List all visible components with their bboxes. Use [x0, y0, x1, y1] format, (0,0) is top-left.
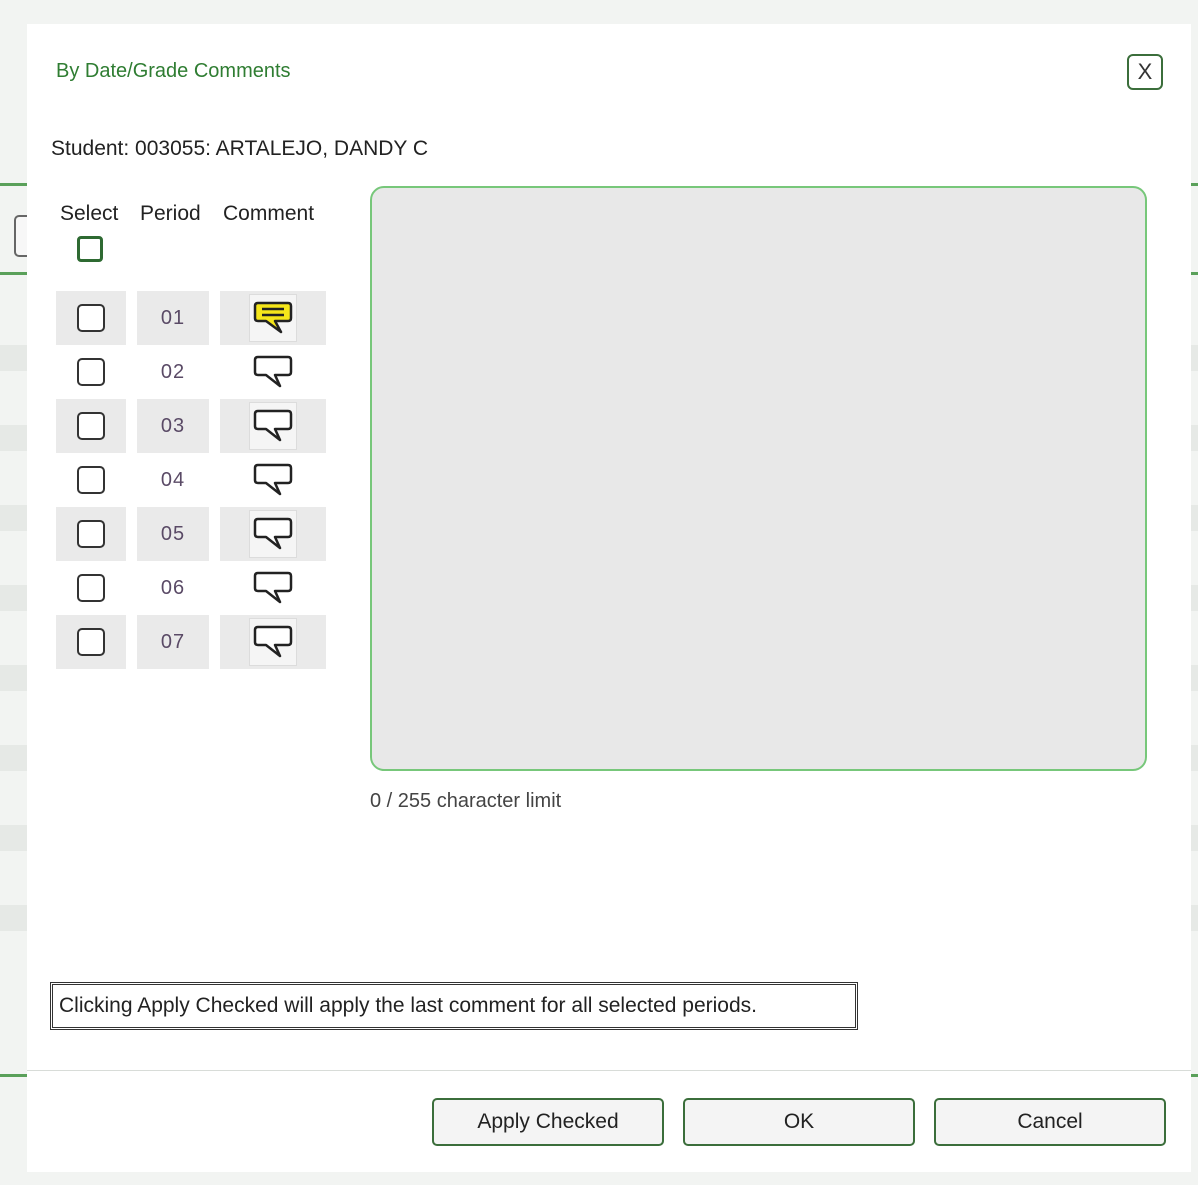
period-select-checkbox[interactable]	[77, 628, 105, 656]
period-number: 04	[160, 468, 186, 491]
period-number: 07	[137, 615, 209, 669]
select-cell	[56, 561, 126, 615]
period-select-checkbox[interactable]	[77, 520, 105, 548]
period-number: 02	[160, 360, 186, 383]
period-row: 06	[56, 561, 326, 615]
select-cell	[56, 345, 126, 399]
select-cell	[56, 291, 126, 345]
select-cell	[56, 507, 126, 561]
header-select: Select	[60, 202, 119, 225]
comments-dialog: By Date/Grade Comments X Student: 003055…	[27, 24, 1191, 1172]
comment-cell	[220, 291, 326, 345]
period-select-checkbox[interactable]	[77, 574, 105, 602]
period-row: 02	[56, 345, 326, 399]
speech-bubble-empty-icon[interactable]	[249, 402, 297, 450]
apply-checked-button[interactable]: Apply Checked	[432, 1098, 664, 1146]
speech-bubble-empty-icon[interactable]	[250, 565, 296, 611]
period-number: 05	[137, 507, 209, 561]
period-select-checkbox[interactable]	[77, 358, 105, 386]
comment-cell	[220, 399, 326, 453]
comment-textarea[interactable]	[370, 186, 1147, 771]
student-info: Student: 003055: ARTALEJO, DANDY C	[51, 137, 429, 160]
speech-bubble-empty-icon[interactable]	[249, 618, 297, 666]
period-row: 01	[56, 291, 326, 345]
period-row: 04	[56, 453, 326, 507]
period-row: 03	[56, 399, 326, 453]
comment-cell	[220, 615, 326, 669]
cancel-button[interactable]: Cancel	[934, 1098, 1166, 1146]
ok-button[interactable]: OK	[683, 1098, 915, 1146]
header-period: Period	[140, 202, 201, 225]
comment-cell	[220, 561, 326, 615]
period-select-checkbox[interactable]	[77, 304, 105, 332]
speech-bubble-filled-icon[interactable]	[249, 294, 297, 342]
character-limit: 0 / 255 character limit	[370, 790, 562, 812]
period-row: 07	[56, 615, 326, 669]
select-cell	[56, 453, 126, 507]
select-cell	[56, 615, 126, 669]
period-select-checkbox[interactable]	[77, 412, 105, 440]
speech-bubble-empty-icon[interactable]	[249, 510, 297, 558]
comment-cell	[220, 507, 326, 561]
header-comment: Comment	[223, 202, 315, 225]
comment-cell	[220, 453, 326, 507]
comment-cell	[220, 345, 326, 399]
select-cell	[56, 399, 126, 453]
period-number: 03	[137, 399, 209, 453]
speech-bubble-empty-icon[interactable]	[250, 349, 296, 395]
select-all-checkbox[interactable]	[77, 236, 103, 262]
footer-divider	[27, 1070, 1191, 1071]
period-row: 05	[56, 507, 326, 561]
close-button[interactable]: X	[1127, 54, 1163, 90]
period-number: 06	[160, 576, 186, 599]
period-number: 01	[137, 291, 209, 345]
dialog-title: By Date/Grade Comments	[56, 60, 291, 82]
period-select-checkbox[interactable]	[77, 466, 105, 494]
apply-note: Clicking Apply Checked will apply the la…	[50, 982, 858, 1030]
speech-bubble-empty-icon[interactable]	[250, 457, 296, 503]
